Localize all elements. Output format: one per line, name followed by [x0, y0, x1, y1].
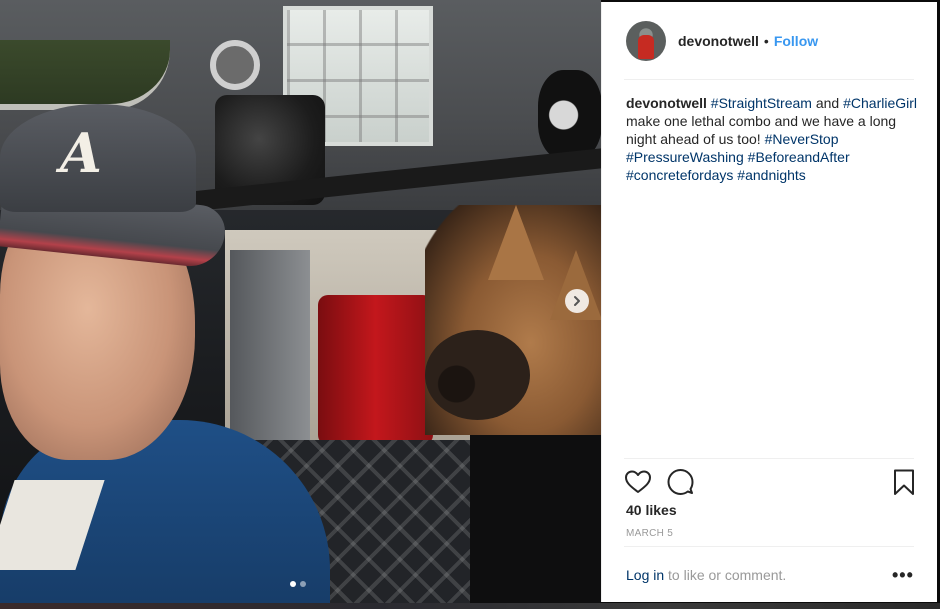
username-link[interactable]: devonotwell [678, 33, 759, 49]
comment-bubble-icon [667, 469, 694, 495]
caption-segment: and [811, 95, 844, 111]
avatar[interactable] [626, 21, 666, 61]
hashtag-link[interactable]: #BeforeandAfter [748, 149, 850, 165]
hashtag-link[interactable]: #PressureWashing [626, 149, 744, 165]
next-photo-button[interactable] [565, 289, 589, 313]
caption-username[interactable]: devonotwell [626, 95, 707, 111]
header-divider [624, 79, 914, 80]
save-button[interactable] [890, 468, 918, 496]
red-gas-can [318, 295, 433, 445]
follow-button[interactable]: Follow [774, 33, 818, 49]
carousel-dot [300, 581, 306, 587]
post-photo: A [0, 0, 601, 603]
hashtag-link[interactable]: #concretefordays [626, 167, 733, 183]
hose-reel [210, 40, 260, 90]
bookmark-icon [894, 469, 914, 495]
login-prompt: Log in to like or comment. [626, 567, 786, 583]
more-options-button[interactable]: ••• [892, 565, 914, 586]
login-divider [624, 546, 914, 547]
carousel-indicator [290, 581, 306, 587]
background-strip [0, 603, 940, 609]
post-side-panel: devonotwell • Follow devonotwell #Straig… [601, 2, 937, 602]
dog-ear-left [488, 205, 544, 280]
carousel-dot [290, 581, 296, 587]
login-suffix: to like or comment. [664, 567, 787, 583]
hashtag-link[interactable]: #StraightStream [711, 95, 812, 111]
instagram-post-modal: A devonotwell • Follow devonotwell #Stra… [0, 0, 940, 609]
post-date[interactable]: MARCH 5 [626, 528, 673, 539]
chevron-right-icon [574, 296, 580, 306]
hashtag-link[interactable]: #CharlieGirl [843, 95, 917, 111]
heart-icon [625, 470, 651, 493]
login-link[interactable]: Log in [626, 567, 664, 583]
like-count[interactable]: 40 likes [626, 502, 677, 518]
comment-button[interactable] [666, 468, 694, 496]
header-separator: • [763, 33, 769, 49]
trailer-wheel [538, 70, 601, 160]
post-header: devonotwell • Follow [602, 2, 938, 80]
hashtag-link[interactable]: #NeverStop [765, 131, 839, 147]
caption-segment: make one lethal combo and we have a long… [626, 113, 897, 147]
hashtag-link[interactable]: #andnights [737, 167, 806, 183]
dog-body [470, 420, 601, 603]
actions-divider [624, 458, 914, 459]
dog-snout [425, 330, 530, 420]
cap-logo: A [60, 121, 102, 185]
post-actions [624, 468, 916, 498]
like-button[interactable] [624, 468, 652, 496]
post-caption: devonotwell #StraightStream and #Charlie… [626, 94, 918, 184]
